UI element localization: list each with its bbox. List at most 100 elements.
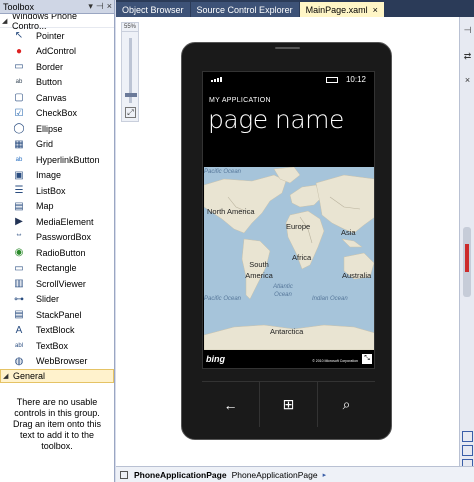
toolbox-item-checkbox[interactable]: ☑ CheckBox [0,106,114,122]
slider-icon: ⊶ [14,293,24,305]
toolbox-item-mediaelement[interactable]: ▶ MediaElement [0,214,114,230]
webbrowser-icon: ◍ [14,355,24,367]
toolbox-item-hyperlinkbutton[interactable]: ab HyperlinkButton [0,152,114,168]
bing-logo: bing [206,354,225,364]
toolbox-item-button[interactable]: ab Button [0,75,114,91]
toolbox-item-label: ListBox [36,185,66,196]
toolbox-item-listbox[interactable]: ☰ ListBox [0,183,114,199]
toolbox-item-label: AdControl [36,46,77,57]
breadcrumb-item-active[interactable]: PhoneApplicationPage [134,470,227,480]
toolbox-item-adcontrol[interactable]: ● AdControl [0,44,114,60]
toolbox-panel: Toolbox ▾ ⊣ × ◢ Windows Phone Contro... … [0,0,115,482]
dropdown-icon[interactable]: ▾ [88,1,93,12]
rectangle-icon: ▭ [14,262,24,274]
pointer-icon: ↖ [14,30,24,42]
close-icon[interactable]: × [107,1,112,12]
breadcrumb-arrow-icon[interactable]: ▸ [323,471,327,479]
map-label-pacific-top: Pacific Ocean [204,169,242,175]
toolbox-item-image[interactable]: ▣ Image [0,168,114,184]
media-icon: ▶ [15,216,23,228]
toolbox-item-border[interactable]: ▭ Border [0,59,114,75]
application-title[interactable]: MY APPLICATION [203,97,374,104]
image-icon: ▣ [14,169,24,181]
collapse-triangle-icon[interactable]: ◢ [2,17,12,25]
map-label-antarctica: Antarctica [270,327,304,336]
toolbox-item-label: StackPanel [36,309,82,320]
map-label-africa: Africa [292,253,312,262]
map-icon: ▤ [14,200,24,212]
toolbox-item-label: RadioButton [36,247,86,258]
zoom-control[interactable]: 55% ⤢ [121,22,139,122]
tab-object-browser[interactable]: Object Browser [116,2,190,17]
status-bar: 10:12 [203,72,374,87]
toolbox-item-ellipse[interactable]: ◯ Ellipse [0,121,114,137]
split-view-icon[interactable] [462,431,473,442]
listbox-icon: ☰ [14,185,24,197]
adcontrol-icon: ● [15,45,23,57]
password-icon: ** [16,234,22,241]
toolbox-item-stackpanel[interactable]: ▤ StackPanel [0,307,114,323]
collapse-triangle-icon[interactable]: ◢ [3,372,13,380]
design-view-icon[interactable] [462,445,473,456]
toolbox-item-canvas[interactable]: ▢ Canvas [0,90,114,106]
toolbox-item-label: TextBox [36,340,69,351]
right-tool-strip: ⊣ ⇄ × [459,17,474,470]
tab-label: Object Browser [122,4,184,15]
toolbox-item-label: PasswordBox [36,232,92,243]
toolbox-item-label: ScrollViewer [36,278,86,289]
page-title[interactable]: page name [203,105,374,134]
zoom-percent: 55% [122,24,138,32]
group-header-general[interactable]: ◢ General [0,369,114,383]
textbox-icon: abl [14,342,23,349]
status-time: 10:12 [345,75,366,84]
ellipse-icon: ◯ [13,123,25,135]
windows-start-button[interactable]: ⊞ [260,382,318,427]
map-copyright: © 2010 Microsoft Corporation [312,359,358,363]
group-title-general: General [13,371,46,381]
pin-icon[interactable]: ⊣ [462,25,473,36]
back-button[interactable]: ← [202,382,260,427]
pin-icon[interactable]: ⊣ [96,1,104,12]
toolbox-item-webbrowser[interactable]: ◍ WebBrowser [0,354,114,370]
toolbox-item-scrollviewer[interactable]: ▥ ScrollViewer [0,276,114,292]
phone-nav-bar: ← ⊞ ⌕ [202,381,375,427]
breadcrumb-item[interactable]: PhoneApplicationPage [232,470,318,480]
tab-source-control-explorer[interactable]: Source Control Explorer [190,2,299,17]
tab-label: MainPage.xaml [305,4,368,15]
resize-handle-icon[interactable]: ⤡ [362,354,372,364]
toolbox-item-label: Image [36,170,62,181]
toolbox-item-slider[interactable]: ⊶ Slider [0,292,114,308]
search-button[interactable]: ⌕ [318,382,375,427]
phone-frame: 10:12 MY APPLICATION page name Pacific O… [181,42,392,440]
canvas-icon: ▢ [14,92,24,104]
phone-screen[interactable]: 10:12 MY APPLICATION page name Pacific O… [202,71,375,369]
toolbox-item-textblock[interactable]: A TextBlock [0,323,114,339]
toolbox-item-radiobutton[interactable]: ◉ RadioButton [0,245,114,261]
map-label-europe: Europe [286,222,311,231]
border-icon: ▭ [14,61,24,73]
button-icon: ab [15,79,23,86]
group-header-windows-phone[interactable]: ◢ Windows Phone Contro... [0,11,114,31]
toolbox-item-label: Pointer [36,30,65,41]
phone-speaker [275,47,300,49]
toolbox-item-grid[interactable]: ▦ Grid [0,137,114,153]
map-label-indian: Indian Ocean [312,296,348,302]
tab-label: Source Control Explorer [196,4,293,15]
map-control[interactable]: Pacific Ocean North America Europe Asia … [204,167,374,350]
toolbox-item-textbox[interactable]: abl TextBox [0,338,114,354]
general-empty-text: There are no usable controls in this gro… [12,397,102,451]
tab-close-icon[interactable]: × [373,5,378,15]
grid-icon: ▦ [14,138,24,150]
document-tabs: Object Browser Source Control Explorer M… [116,0,474,17]
toolbox-item-label: Ellipse [36,123,63,134]
toolbox-item-map[interactable]: ▤ Map [0,199,114,215]
close-pane-icon[interactable]: × [462,75,473,86]
zoom-slider-thumb[interactable] [125,93,137,97]
zoom-fit-icon[interactable]: ⤢ [125,107,136,118]
tab-mainpage-xaml[interactable]: MainPage.xaml × [299,2,384,17]
swap-panes-icon[interactable]: ⇄ [462,51,473,62]
toolbox-item-label: WebBrowser [36,356,88,367]
toolbox-item-rectangle[interactable]: ▭ Rectangle [0,261,114,277]
toolbox-titlebar: Toolbox ▾ ⊣ × [0,0,114,14]
toolbox-item-passwordbox[interactable]: ** PasswordBox [0,230,114,246]
